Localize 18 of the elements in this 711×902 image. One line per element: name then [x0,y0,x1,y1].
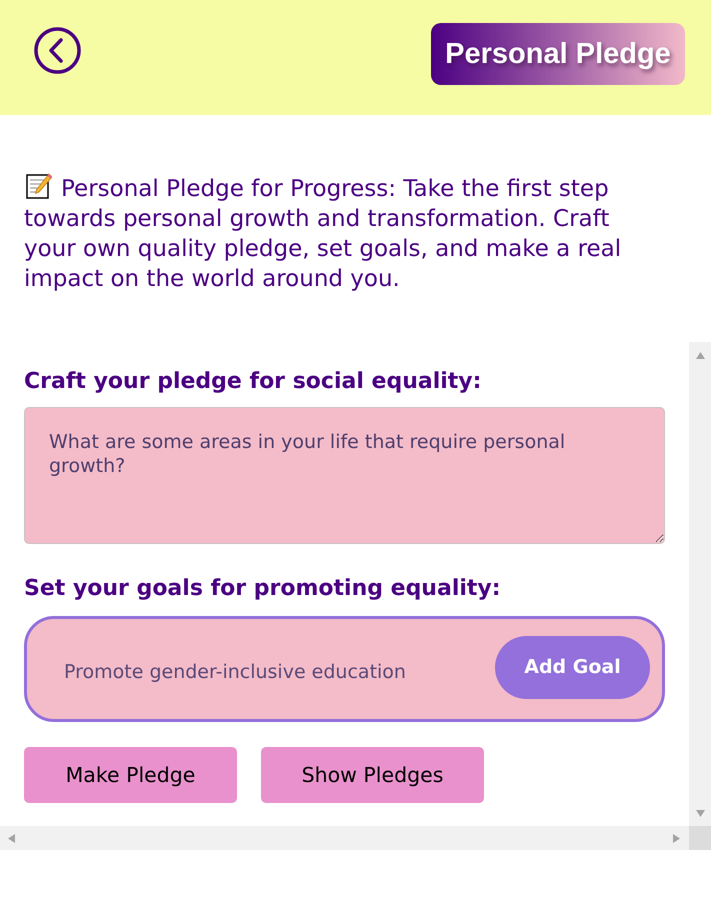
page-title: Personal Pledge [431,23,685,85]
scroll-up-arrow-icon[interactable] [696,351,704,360]
pledge-textarea[interactable]: What are some areas in your life that require personal growth? [24,407,665,544]
back-icon[interactable] [34,27,81,74]
scroll-right-arrow-icon[interactable] [672,834,681,842]
vertical-scrollbar[interactable] [689,342,711,826]
section-heading: Set your goals for promoting equality: [24,575,501,603]
scrollbar-corner [689,826,711,850]
goal-input[interactable]: Promote gender-inclusive education [64,652,483,692]
add-goal-button[interactable]: Add Goal [495,636,650,698]
section-heading: Craft your pledge for social equality: [24,368,482,396]
show-pledges-button[interactable]: Show Pledges [261,747,484,803]
horizontal-scrollbar[interactable] [0,826,689,850]
scroll-down-arrow-icon[interactable] [696,809,704,818]
memo-icon [26,173,52,199]
intro-paragraph: Personal Pledge for Progress: Take the first step towards personal growth and transformation. Craft your own quality pledge, set goals, and make a real impact on the world around you. [24,173,636,294]
scroll-left-arrow-icon[interactable] [7,834,16,842]
make-pledge-button[interactable]: Make Pledge [24,747,237,803]
